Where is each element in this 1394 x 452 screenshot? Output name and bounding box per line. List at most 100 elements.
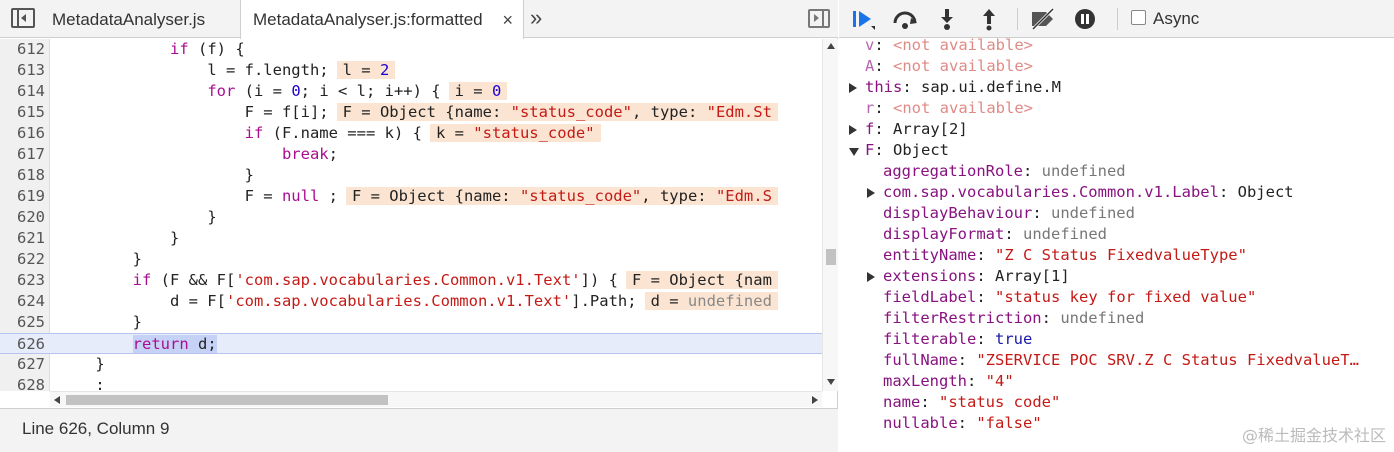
code-line[interactable]: 613 l = f.length; l = 2 [0, 60, 822, 81]
code-line-current[interactable]: 626 return d; [0, 333, 822, 354]
toggle-debugger-icon[interactable] [808, 9, 830, 28]
code-line[interactable]: 620 } [0, 207, 822, 228]
scroll-down-icon[interactable] [827, 379, 835, 385]
scroll-thumb[interactable] [66, 395, 388, 405]
line-number[interactable]: 627 [0, 354, 45, 375]
pause-on-exceptions-icon[interactable] [1071, 7, 1099, 31]
scroll-up-icon[interactable] [827, 43, 835, 49]
scope-property[interactable]: displayBehaviour: undefined [883, 203, 1135, 224]
code-line[interactable]: 628 : [0, 375, 822, 391]
scope-property[interactable]: filterable: true [883, 329, 1032, 350]
code-text: break; [281, 145, 338, 163]
property-value: "false" [976, 414, 1042, 432]
property-value: <not available> [893, 99, 1033, 117]
scope-property[interactable]: F: Object [865, 140, 949, 161]
scroll-left-icon[interactable] [54, 396, 60, 404]
expand-arrow-icon[interactable] [867, 272, 875, 282]
code-line[interactable]: 618 } [0, 165, 822, 186]
horizontal-scrollbar[interactable] [50, 391, 822, 407]
code-line[interactable]: 623 if (F && F['com.sap.vocabularies.Com… [0, 270, 822, 291]
code-line[interactable]: 624 d = F['com.sap.vocabularies.Common.v… [0, 291, 822, 312]
scope-property[interactable]: this: sap.ui.define.M [865, 77, 1061, 98]
close-icon[interactable]: × [502, 0, 513, 40]
line-number[interactable]: 617 [0, 144, 45, 165]
vertical-scrollbar[interactable] [822, 39, 838, 391]
code-line[interactable]: 621 } [0, 228, 822, 249]
code-line[interactable]: 616 if (F.name === k) {k = "status_code" [0, 123, 822, 144]
scope-property[interactable]: r: <not available> [865, 98, 1033, 119]
scope-property[interactable]: f: Array[2] [865, 119, 968, 140]
scope-property[interactable]: displayFormat: undefined [883, 224, 1107, 245]
code-line[interactable]: 625 } [0, 312, 822, 333]
scroll-right-icon[interactable] [812, 396, 818, 404]
property-value: Object [1237, 183, 1294, 201]
step-out-icon[interactable] [975, 7, 1003, 31]
expand-arrow-icon[interactable] [867, 188, 875, 198]
line-number[interactable]: 621 [0, 228, 45, 249]
collapse-arrow-icon[interactable] [849, 148, 859, 156]
line-number[interactable]: 622 [0, 249, 45, 270]
toggle-navigator-icon[interactable] [11, 8, 35, 28]
property-name: maxLength [883, 372, 967, 390]
code-editor[interactable]: 612 if (f) {613 l = f.length; l = 2 614 fo… [0, 39, 838, 391]
step-into-icon[interactable] [933, 7, 961, 31]
line-number[interactable]: 620 [0, 207, 45, 228]
line-number[interactable]: 624 [0, 291, 45, 312]
line-number[interactable]: 618 [0, 165, 45, 186]
code-text: } [244, 166, 254, 184]
code-line[interactable]: 619 F = null ; F = Object {name: "status_… [0, 186, 822, 207]
tab-metadataanalyser-js[interactable]: MetadataAnalyser.js [40, 0, 217, 38]
scope-property[interactable]: v: <not available> [865, 38, 1033, 56]
code-line[interactable]: 614 for (i = 0; i < l; i++) {i = 0 [0, 81, 822, 102]
line-number[interactable]: 616 [0, 123, 45, 144]
step-over-icon[interactable] [891, 7, 919, 31]
property-value: sap.ui.define.M [921, 78, 1061, 96]
code-line[interactable]: 612 if (f) { [0, 39, 822, 60]
line-number[interactable]: 625 [0, 312, 45, 333]
line-number[interactable]: 626 [0, 334, 45, 355]
async-checkbox[interactable] [1131, 10, 1146, 25]
scope-property[interactable]: fieldLabel: "status key for fixed value" [883, 287, 1256, 308]
code-text: if (F && F['com.sap.vocabularies.Common.… [58, 270, 778, 291]
line-number[interactable]: 612 [0, 39, 45, 60]
scope-property[interactable]: name: "status code" [883, 392, 1060, 413]
property-name: entityName [883, 246, 977, 264]
code-line[interactable]: 615 F = f[i]; F = Object {name: "status_c… [0, 102, 822, 123]
resume-icon[interactable] [849, 7, 877, 31]
property-value: <not available> [893, 57, 1033, 75]
property-value: "Z C Status FixedvalueType" [995, 246, 1247, 264]
scope-property[interactable]: extensions: Array[1] [883, 266, 1070, 287]
code-line[interactable]: 617 break; [0, 144, 822, 165]
line-number[interactable]: 614 [0, 81, 45, 102]
property-name: fieldLabel [883, 288, 977, 306]
tab-metadataanalyser-formatted[interactable]: MetadataAnalyser.js:formatted × [240, 0, 524, 39]
line-number[interactable]: 619 [0, 186, 45, 207]
line-number[interactable]: 613 [0, 60, 45, 81]
property-name: displayFormat [883, 225, 1005, 243]
scope-property[interactable]: maxLength: "4" [883, 371, 1014, 392]
scope-property[interactable]: filterRestriction: undefined [883, 308, 1144, 329]
more-tabs-icon[interactable]: » [530, 0, 542, 38]
code-line[interactable]: 622 } [0, 249, 822, 270]
deactivate-breakpoints-icon[interactable] [1029, 7, 1057, 31]
toolbar-separator [1017, 8, 1018, 30]
line-number[interactable]: 628 [0, 375, 45, 391]
code-line[interactable]: 627 } [0, 354, 822, 375]
property-name: fullName [883, 351, 958, 369]
scope-property[interactable]: aggregationRole: undefined [883, 161, 1126, 182]
property-name: com.sap.vocabularies.Common.v1.Label [883, 183, 1219, 201]
toolbar-separator [1117, 8, 1118, 30]
scope-property[interactable]: com.sap.vocabularies.Common.v1.Label: Ob… [883, 182, 1294, 203]
line-number[interactable]: 623 [0, 270, 45, 291]
expand-arrow-icon[interactable] [849, 83, 857, 93]
code-text: : [95, 376, 105, 391]
property-name: F [865, 141, 875, 159]
scroll-thumb[interactable] [826, 249, 836, 265]
expand-arrow-icon[interactable] [849, 125, 857, 135]
property-value: Object [893, 141, 950, 159]
line-number[interactable]: 615 [0, 102, 45, 123]
scope-property[interactable]: nullable: "false" [883, 413, 1042, 434]
scope-property[interactable]: fullName: "ZSERVICE POC SRV.Z C Status F… [883, 350, 1359, 371]
scope-property[interactable]: entityName: "Z C Status FixedvalueType" [883, 245, 1247, 266]
scope-property[interactable]: A: <not available> [865, 56, 1033, 77]
